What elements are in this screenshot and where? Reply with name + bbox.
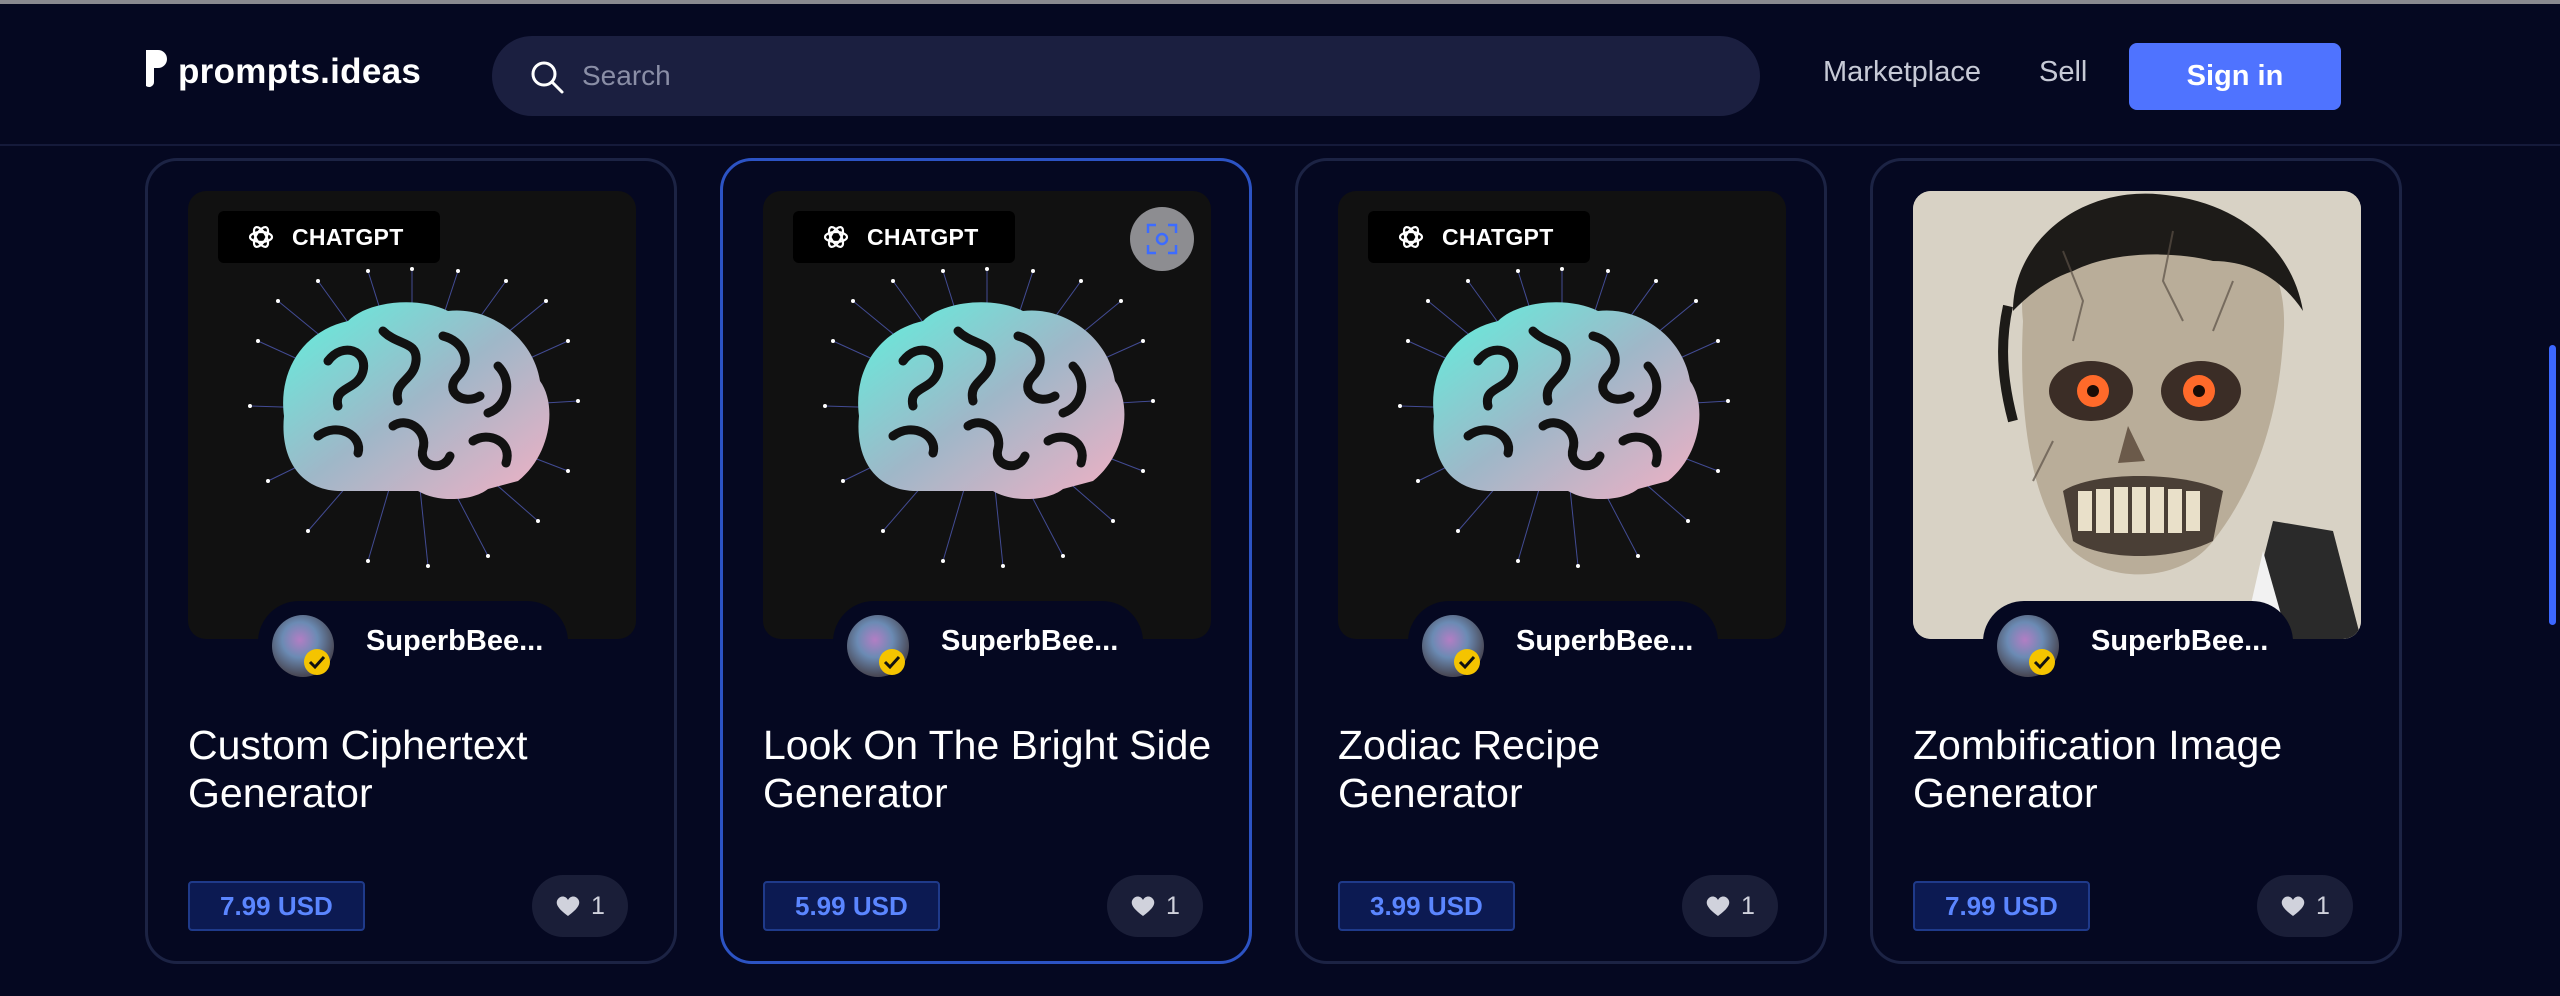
model-badge-label: CHATGPT bbox=[292, 223, 404, 250]
like-button[interactable]: 1 bbox=[1107, 875, 1203, 937]
search-bar[interactable] bbox=[492, 36, 1760, 116]
scan-icon bbox=[1146, 223, 1178, 255]
openai-icon bbox=[823, 226, 849, 248]
author-name: SuperbBee... bbox=[2091, 625, 2269, 657]
scrollbar-thumb[interactable] bbox=[2549, 345, 2556, 625]
like-button[interactable]: 1 bbox=[1682, 875, 1778, 937]
logo-mark-icon bbox=[146, 50, 167, 87]
search-icon bbox=[531, 61, 564, 94]
heart-icon bbox=[2281, 896, 2305, 916]
like-count: 1 bbox=[591, 891, 605, 920]
site-logo[interactable]: prompts.ideas bbox=[142, 48, 421, 96]
verified-badge-icon bbox=[304, 649, 330, 675]
prompt-card[interactable]: CHATGPT SuperbBee... Look On The Bright … bbox=[720, 158, 1252, 964]
site-header: prompts.ideas Marketplace Sell Sign in bbox=[0, 4, 2560, 146]
like-count: 1 bbox=[1741, 891, 1755, 920]
logo-text: prompts.ideas bbox=[178, 52, 422, 91]
model-badge: CHATGPT bbox=[218, 211, 440, 263]
model-badge-label: CHATGPT bbox=[867, 223, 979, 250]
like-button[interactable]: 1 bbox=[532, 875, 628, 937]
author-chip[interactable]: SuperbBee... bbox=[1408, 601, 1718, 683]
model-badge-label: CHATGPT bbox=[1442, 223, 1554, 250]
author-chip[interactable]: SuperbBee... bbox=[1983, 601, 2293, 683]
nav-sell-link[interactable]: Sell bbox=[2039, 56, 2087, 89]
price-tag: 3.99 USD bbox=[1338, 881, 1515, 931]
model-badge: CHATGPT bbox=[793, 211, 1015, 263]
card-thumbnail bbox=[1913, 191, 2361, 639]
verified-badge-icon bbox=[2029, 649, 2055, 675]
prompt-card[interactable]: CHATGPT SuperbBee... Custom Ciphertext G… bbox=[145, 158, 677, 964]
card-thumbnail: CHATGPT bbox=[188, 191, 636, 639]
openai-icon bbox=[248, 226, 274, 248]
card-thumbnail: CHATGPT bbox=[1338, 191, 1786, 639]
price-tag: 5.99 USD bbox=[763, 881, 940, 931]
author-name: SuperbBee... bbox=[1516, 625, 1694, 657]
quick-view-button[interactable] bbox=[1130, 207, 1194, 271]
openai-icon bbox=[1398, 226, 1424, 248]
like-button[interactable]: 1 bbox=[2257, 875, 2353, 937]
card-thumbnail: CHATGPT bbox=[763, 191, 1211, 639]
heart-icon bbox=[1131, 896, 1155, 916]
prompt-card[interactable]: CHATGPT SuperbBee... Zodiac Recipe Gener… bbox=[1295, 158, 1827, 964]
nav-marketplace-link[interactable]: Marketplace bbox=[1823, 56, 1981, 89]
search-input[interactable] bbox=[582, 36, 1722, 116]
price-tag: 7.99 USD bbox=[1913, 881, 2090, 931]
heart-icon bbox=[1706, 896, 1730, 916]
card-title[interactable]: Zombification Image Generator bbox=[1913, 721, 2363, 817]
like-count: 1 bbox=[1166, 891, 1180, 920]
zombie-image bbox=[1913, 191, 2361, 639]
author-name: SuperbBee... bbox=[366, 625, 544, 657]
card-title[interactable]: Zodiac Recipe Generator bbox=[1338, 721, 1788, 817]
prompt-card[interactable]: SuperbBee... Zombification Image Generat… bbox=[1870, 158, 2402, 964]
like-count: 1 bbox=[2316, 891, 2330, 920]
card-title[interactable]: Custom Ciphertext Generator bbox=[188, 721, 638, 817]
author-name: SuperbBee... bbox=[941, 625, 1119, 657]
author-chip[interactable]: SuperbBee... bbox=[833, 601, 1143, 683]
sign-in-button[interactable]: Sign in bbox=[2129, 43, 2341, 110]
card-title[interactable]: Look On The Bright Side Generator bbox=[763, 721, 1213, 817]
price-tag: 7.99 USD bbox=[188, 881, 365, 931]
model-badge: CHATGPT bbox=[1368, 211, 1590, 263]
heart-icon bbox=[556, 896, 580, 916]
verified-badge-icon bbox=[1454, 649, 1480, 675]
verified-badge-icon bbox=[879, 649, 905, 675]
author-chip[interactable]: SuperbBee... bbox=[258, 601, 568, 683]
